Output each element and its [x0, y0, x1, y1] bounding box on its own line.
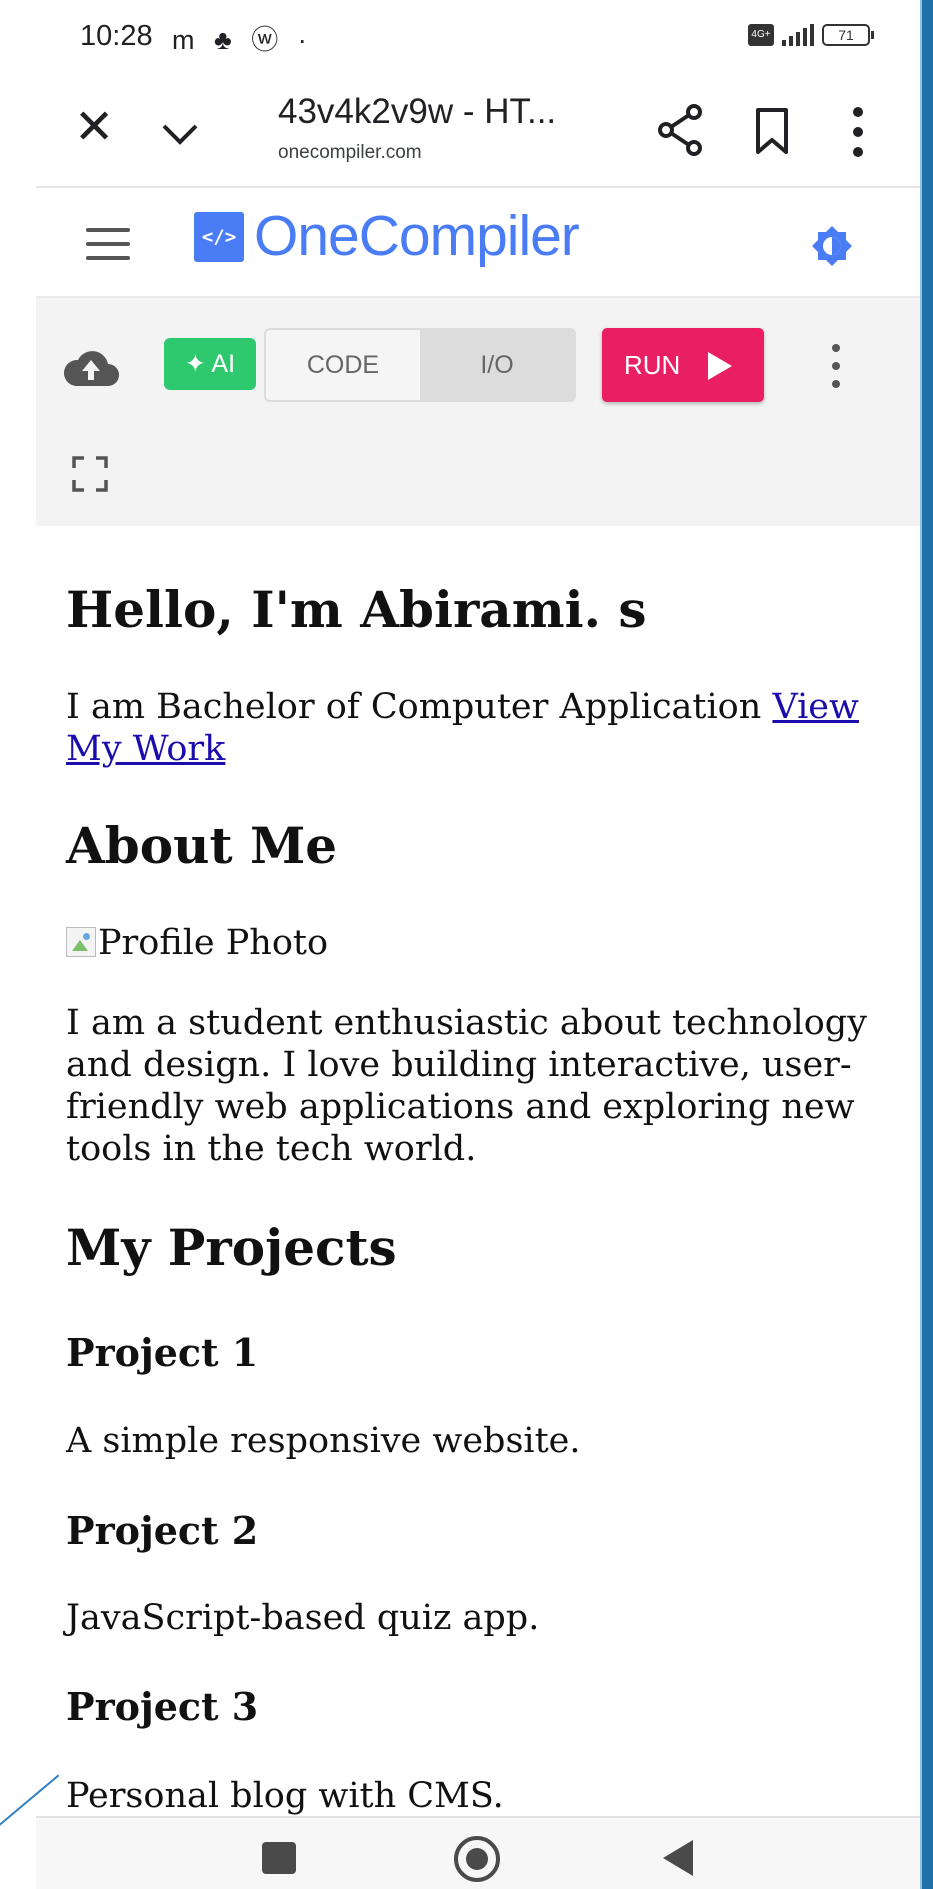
about-paragraph: I am a student enthusiastic about techno… — [66, 1003, 867, 1169]
network-badge: 4G+ — [748, 24, 774, 46]
status-time: 10:28 — [80, 20, 153, 52]
battery-icon: 71 — [822, 24, 874, 46]
hamburger-menu-icon[interactable] — [86, 228, 130, 260]
hero-heading: Hello, I'm Abirami. s — [66, 580, 647, 639]
bookmark-icon[interactable] — [752, 106, 792, 156]
profile-photo: Profile Photo — [66, 922, 916, 964]
page-title: 43v4k2v9w - HT... — [278, 92, 557, 131]
view-tabs: CODE I/O — [264, 328, 576, 402]
ai-button[interactable]: ✦ AI — [164, 338, 256, 390]
tab-io[interactable]: I/O — [420, 330, 574, 400]
run-button[interactable]: RUN — [602, 328, 764, 402]
project-title: Project 1 — [66, 1330, 259, 1375]
page-url: onecompiler.com — [278, 142, 422, 163]
more-vertical-icon[interactable] — [848, 104, 868, 160]
theme-toggle-icon[interactable] — [810, 224, 854, 268]
profile-photo-alt: Profile Photo — [98, 923, 329, 963]
status-right-icons: 4G+ 71 — [748, 24, 874, 46]
logo-badge: </> — [194, 212, 244, 262]
play-icon — [708, 352, 732, 380]
close-icon[interactable]: ✕ — [74, 104, 114, 152]
logo-text[interactable]: OneCompiler — [254, 203, 580, 269]
run-label: RUN — [624, 350, 681, 380]
share-icon[interactable] — [656, 102, 706, 158]
projects-heading: My Projects — [66, 1218, 397, 1277]
home-icon[interactable] — [454, 1836, 500, 1882]
fullscreen-icon[interactable] — [72, 456, 108, 492]
about-heading: About Me — [66, 816, 338, 875]
cloud-upload-icon[interactable] — [62, 344, 120, 390]
app-header: </> OneCompiler — [36, 188, 920, 298]
status-bar: 10:28 m ♣ ⓦ · 4G+ 71 — [36, 0, 920, 80]
intro-paragraph: I am Bachelor of Computer Application Vi… — [66, 686, 916, 770]
intro-text: I am Bachelor of Computer Application — [66, 687, 762, 727]
back-icon[interactable] — [663, 1840, 693, 1876]
signal-icon — [782, 24, 814, 46]
output-preview: Hello, I'm Abirami. s I am Bachelor of C… — [48, 526, 920, 1816]
project-description: Personal blog with CMS. — [66, 1776, 504, 1816]
project-description: A simple responsive website. — [66, 1421, 581, 1461]
editor-toolbar: ✦ AI CODE I/O RUN — [36, 298, 920, 526]
chevron-down-icon[interactable] — [160, 114, 200, 154]
phone-screen: 10:28 m ♣ ⓦ · 4G+ 71 ✕ 43v4k2v9w - HT...… — [36, 0, 920, 1889]
broken-image-icon — [66, 927, 96, 957]
project-title: Project 2 — [66, 1508, 259, 1553]
browser-toolbar: ✕ 43v4k2v9w - HT... onecompiler.com — [36, 80, 920, 188]
decorative-right-edge — [922, 0, 933, 1889]
project-title: Project 3 — [66, 1684, 259, 1729]
project-description: JavaScript-based quiz app. — [66, 1598, 540, 1638]
system-navigation-bar — [36, 1816, 920, 1889]
recents-icon[interactable] — [262, 1842, 296, 1874]
notification-icons: m ♣ ⓦ · — [172, 25, 313, 55]
more-options-icon[interactable] — [828, 342, 844, 390]
tab-code[interactable]: CODE — [266, 330, 420, 400]
